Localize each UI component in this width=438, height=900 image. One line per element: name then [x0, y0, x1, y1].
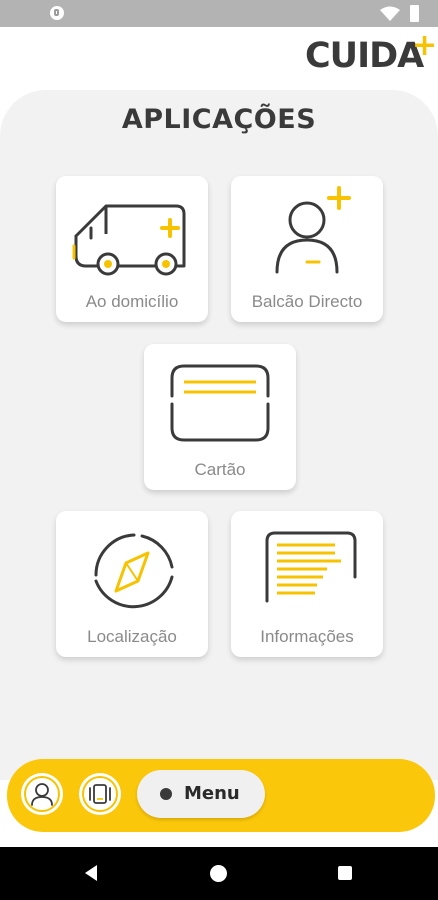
app-card-label: Informações — [260, 627, 354, 646]
app-logo: CUIDA + — [305, 28, 437, 80]
menu-button[interactable]: Menu — [137, 770, 265, 818]
app-card-label: Balcão Directo — [251, 292, 363, 311]
logo-plus: + — [412, 28, 437, 63]
card-icon — [170, 364, 270, 442]
bottom-bar: Menu — [7, 759, 435, 832]
phone-contact-icon — [89, 784, 111, 804]
page-title: APLICAÇÕES — [121, 104, 317, 135]
wifi-icon — [380, 6, 400, 21]
app-card-label: Ao domicílio — [85, 292, 179, 311]
menu-dot-icon — [160, 788, 172, 800]
document-icon — [265, 531, 357, 603]
back-triangle-icon[interactable] — [85, 865, 97, 881]
notification-icon — [50, 6, 64, 20]
system-nav-bar — [0, 847, 438, 900]
status-bar — [0, 0, 438, 27]
app-card-label: Cartão — [194, 460, 246, 479]
home-circle-icon[interactable] — [210, 865, 227, 882]
logo-text: CUIDA — [305, 36, 424, 76]
compass-icon — [94, 533, 174, 609]
app-card-localizacao[interactable]: Localização — [56, 511, 208, 657]
battery-icon — [410, 5, 419, 22]
app-card-ao-domicilio[interactable]: Ao domicílio — [56, 176, 208, 322]
recents-square-icon[interactable] — [338, 866, 352, 880]
app-card-balcao-directo[interactable]: Balcão Directo — [231, 176, 383, 322]
app-card-cartao[interactable]: Cartão — [144, 344, 296, 490]
app-card-label: Localização — [87, 627, 177, 646]
ambulance-icon — [72, 204, 186, 276]
user-icon — [31, 783, 53, 806]
app-card-informacoes[interactable]: Informações — [231, 511, 383, 657]
menu-label: Menu — [184, 783, 240, 804]
profile-button[interactable] — [21, 773, 63, 815]
contact-button[interactable] — [79, 773, 121, 815]
person-plus-icon — [275, 186, 351, 274]
